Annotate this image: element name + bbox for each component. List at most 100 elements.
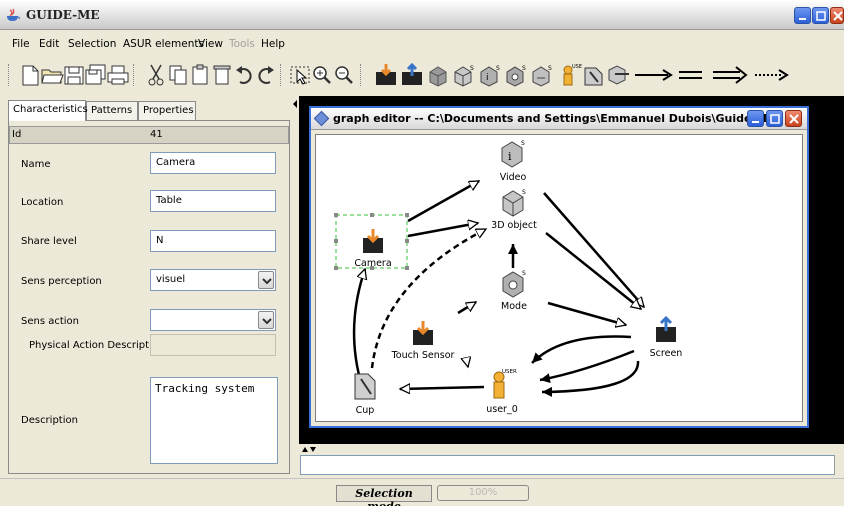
- node-3d-object-label: 3D object: [491, 220, 537, 231]
- node-camera[interactable]: Camera: [342, 227, 404, 269]
- adapter-input-icon[interactable]: [374, 62, 398, 88]
- minimize-icon: [752, 121, 759, 123]
- splitter[interactable]: [291, 96, 299, 478]
- graph-editor-title-bar: graph editor -- C:\Documents and Setting…: [311, 108, 807, 130]
- zoom-out-icon[interactable]: [332, 62, 356, 88]
- redo-icon[interactable]: [254, 62, 278, 88]
- computer-process-alt-icon[interactable]: S: [530, 62, 554, 88]
- print-icon[interactable]: [106, 62, 130, 88]
- node-3d-object[interactable]: S 3D object: [486, 187, 542, 231]
- menu-bar: File Edit Selection ASUR elements View T…: [0, 36, 844, 54]
- window-title: GUIDE-ME: [26, 8, 100, 22]
- minimize-button[interactable]: [794, 7, 811, 24]
- progress-bar: 100%: [437, 485, 529, 501]
- node-user[interactable]: USER user_0: [480, 367, 524, 415]
- svg-text:S: S: [548, 65, 552, 72]
- console-scrollbar[interactable]: [834, 455, 844, 475]
- adapter-input-icon: [413, 321, 433, 345]
- equals-relation-icon[interactable]: [676, 62, 706, 88]
- inner-maximize-button[interactable]: [766, 110, 783, 127]
- menu-tools[interactable]: Tools: [229, 38, 255, 50]
- menu-asur-elements[interactable]: ASUR elements: [123, 38, 204, 50]
- node-video[interactable]: iS Video: [496, 137, 530, 183]
- open-folder-icon[interactable]: [40, 62, 64, 88]
- id-label: Id: [12, 129, 22, 140]
- svg-text:USER: USER: [572, 64, 582, 70]
- user-icon[interactable]: USER: [558, 62, 586, 88]
- location-field[interactable]: Table: [150, 190, 276, 212]
- share-level-field[interactable]: N: [150, 230, 276, 252]
- share-level-label: Share level: [21, 236, 77, 247]
- svg-text:S: S: [522, 65, 526, 72]
- computer-process-icon[interactable]: S: [504, 62, 528, 88]
- menu-view[interactable]: View: [198, 38, 223, 50]
- sens-action-select[interactable]: [150, 309, 276, 331]
- property-tabs: Characteristics Patterns Properties: [8, 100, 298, 121]
- computer-tool-icon[interactable]: iS: [478, 62, 502, 88]
- node-screen-label: Screen: [649, 348, 683, 359]
- graph-canvas[interactable]: iS Video S 3D object Camera S Mode Touch…: [315, 134, 803, 422]
- node-cup[interactable]: Cup: [348, 370, 382, 416]
- close-button[interactable]: [830, 7, 844, 24]
- computer-physical-icon[interactable]: [607, 62, 631, 88]
- edge-camera-3dobject: [407, 223, 478, 238]
- close-icon: [789, 114, 799, 124]
- menu-selection[interactable]: Selection: [68, 38, 116, 50]
- tab-characteristics[interactable]: Characteristics: [8, 100, 88, 121]
- zoom-in-icon[interactable]: [310, 62, 334, 88]
- computer-object-icon[interactable]: S: [452, 62, 476, 88]
- edge-cup-camera: [352, 269, 365, 380]
- dotted-arrow-relation-icon[interactable]: [752, 62, 792, 88]
- svg-text:i: i: [508, 150, 512, 163]
- menu-edit[interactable]: Edit: [39, 38, 59, 50]
- toolbar-separator: [280, 64, 282, 86]
- paste-icon[interactable]: [188, 62, 212, 88]
- name-label: Name: [21, 159, 51, 170]
- double-arrow-relation-icon[interactable]: [710, 62, 750, 88]
- maximize-button[interactable]: [812, 7, 829, 24]
- new-file-icon[interactable]: [18, 62, 42, 88]
- graph-editor-window: graph editor -- C:\Documents and Setting…: [309, 106, 809, 428]
- console-field[interactable]: [300, 455, 836, 475]
- save-icon[interactable]: [62, 62, 86, 88]
- location-label: Location: [21, 197, 64, 208]
- undo-icon[interactable]: [232, 62, 256, 88]
- chevron-down-icon[interactable]: [258, 311, 274, 329]
- copy-icon[interactable]: [166, 62, 190, 88]
- collapse-left-icon[interactable]: [291, 96, 299, 116]
- description-textarea[interactable]: Tracking system: [150, 377, 278, 464]
- computer-object-icon: S: [502, 189, 526, 217]
- maximize-icon: [816, 11, 826, 21]
- java-icon: [7, 8, 20, 21]
- svg-text:S: S: [496, 65, 500, 72]
- inner-close-button[interactable]: [785, 110, 802, 127]
- adapter-output-icon[interactable]: [400, 62, 424, 88]
- name-field[interactable]: Camera: [150, 152, 276, 174]
- edge-video-screen: [543, 192, 644, 307]
- delete-icon[interactable]: [210, 62, 234, 88]
- physical-action-label: Physical Action Description: [29, 340, 165, 351]
- physical-object-icon[interactable]: [426, 62, 450, 88]
- tab-properties[interactable]: Properties: [138, 101, 196, 120]
- menu-file[interactable]: File: [12, 38, 30, 50]
- cut-icon[interactable]: [144, 62, 168, 88]
- edge-touch-mode: [457, 300, 476, 315]
- save-all-icon[interactable]: [84, 62, 108, 88]
- sens-perception-value: visuel: [156, 274, 186, 285]
- tab-patterns[interactable]: Patterns: [86, 101, 138, 120]
- select-pointer-icon[interactable]: [288, 62, 312, 88]
- node-touch-sensor-label: Touch Sensor: [391, 350, 455, 361]
- svg-text:i: i: [486, 73, 489, 83]
- node-touch-sensor[interactable]: Touch Sensor: [386, 319, 460, 361]
- node-mode[interactable]: S Mode: [496, 268, 532, 312]
- inner-minimize-button[interactable]: [747, 110, 764, 127]
- node-screen[interactable]: Screen: [644, 315, 688, 359]
- menu-help[interactable]: Help: [261, 38, 285, 50]
- arrow-relation-icon[interactable]: [632, 62, 676, 88]
- physical-tool-icon: [354, 373, 376, 400]
- edge-touch-user: [466, 358, 468, 367]
- svg-text:S: S: [521, 140, 525, 147]
- physical-tool-icon[interactable]: [582, 62, 606, 88]
- chevron-down-icon[interactable]: [258, 271, 274, 289]
- sens-perception-select[interactable]: visuel: [150, 269, 276, 291]
